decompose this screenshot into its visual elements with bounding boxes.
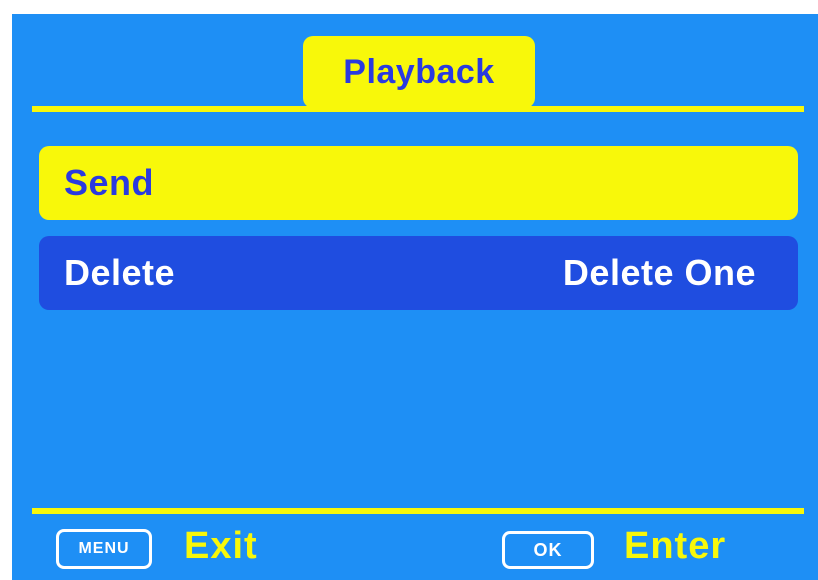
menu-item-delete[interactable]: Delete Delete One (39, 236, 798, 310)
header-divider (32, 106, 804, 112)
footer-divider (32, 508, 804, 514)
playback-screen: Playback Send Delete Delete One MENU Exi… (12, 14, 818, 580)
menu-item-send[interactable]: Send (39, 146, 798, 220)
menu-key-icon[interactable]: MENU (56, 529, 152, 569)
ok-key-label: OK (533, 539, 563, 560)
title-tab: Playback (303, 36, 535, 108)
menu-item-value: Delete One (562, 252, 756, 293)
menu-item-label: Send (64, 162, 155, 203)
menu-key-label: MENU (78, 540, 130, 557)
menu-item-label: Delete (64, 252, 176, 293)
page-title: Playback (343, 52, 495, 91)
ok-key-icon[interactable]: OK (502, 531, 594, 569)
enter-hint: Enter (624, 525, 727, 567)
exit-hint: Exit (184, 525, 258, 567)
